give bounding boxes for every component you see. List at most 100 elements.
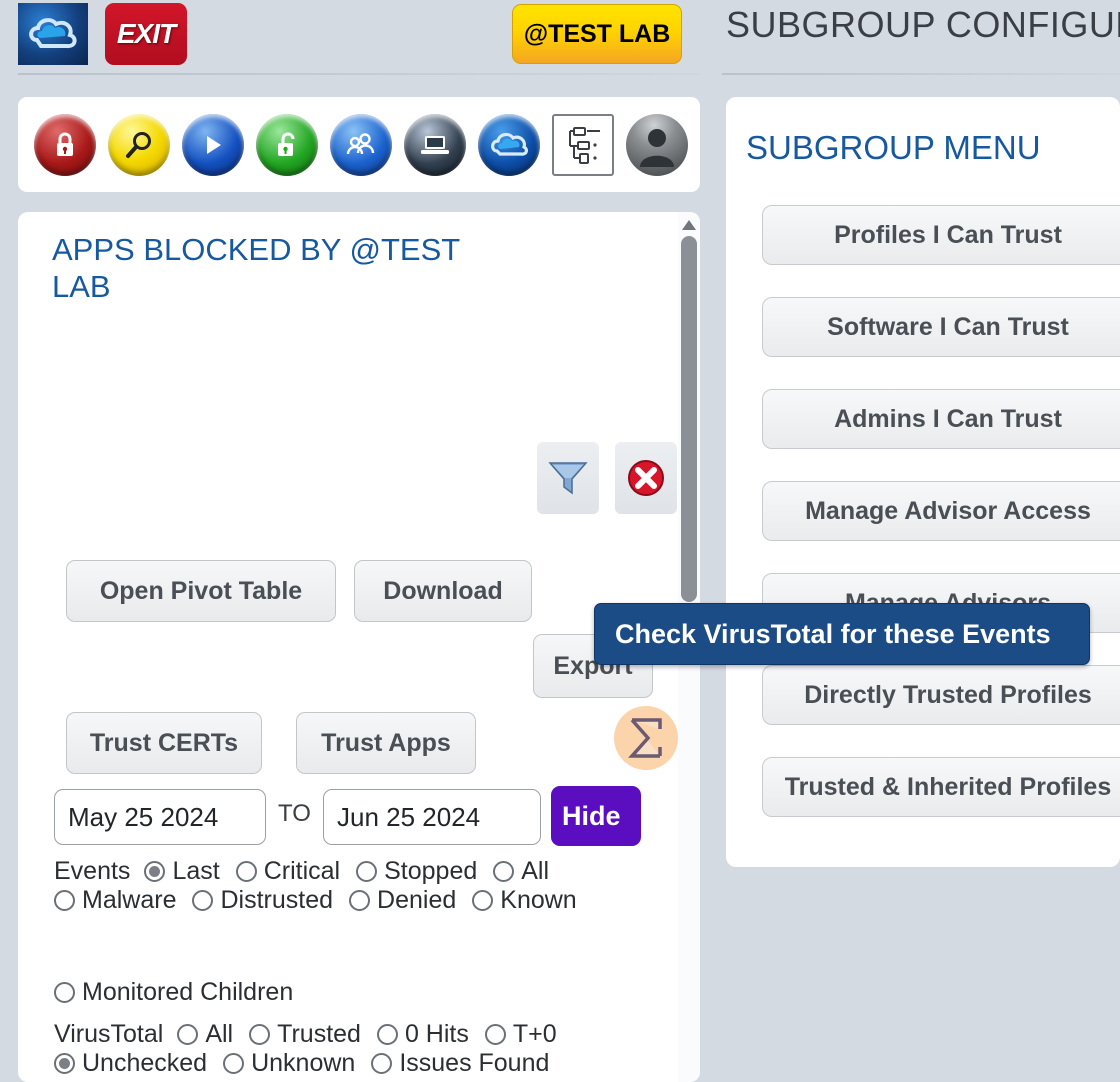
- tooltip: Check VirusTotal for these Events: [594, 603, 1090, 665]
- radio-vt-unchecked[interactable]: Unchecked: [54, 1049, 207, 1078]
- radio-label: Distrusted: [220, 886, 334, 914]
- radio-dot: [376, 1024, 398, 1045]
- radio-label: Unknown: [251, 1049, 356, 1077]
- radio-vt-issues-found[interactable]: Issues Found: [371, 1049, 549, 1078]
- radio-label: Last: [172, 857, 220, 885]
- scroll-up-arrow-icon[interactable]: [682, 220, 696, 230]
- trust-apps-button[interactable]: Trust Apps: [296, 712, 476, 774]
- radio-label: Unchecked: [82, 1049, 208, 1077]
- exit-button[interactable]: EXIT: [105, 3, 187, 65]
- padlock-glyph: [54, 132, 76, 158]
- laptop-glyph: [420, 133, 450, 157]
- radio-vt-unknown[interactable]: Unknown: [223, 1049, 355, 1078]
- radio-events-all[interactable]: All: [493, 857, 549, 886]
- trust-certs-button[interactable]: Trust CERTs: [66, 712, 262, 774]
- radio-label: All: [521, 857, 550, 885]
- radio-dot: [472, 890, 494, 911]
- radio-label: Monitored Children: [82, 978, 294, 1006]
- radio-label: Denied: [377, 886, 457, 914]
- menu-item-admins-i-can-trust[interactable]: Admins I Can Trust: [762, 389, 1120, 449]
- subgroup-menu-title: SUBGROUP MENU: [746, 129, 1041, 166]
- radio-dot: [54, 982, 75, 1003]
- radio-dot: [54, 1053, 75, 1074]
- icon-toolbar: [18, 97, 700, 192]
- cloud-glyph: [489, 130, 529, 160]
- menu-item-software-i-can-trust[interactable]: Software I Can Trust: [762, 297, 1120, 357]
- radio-dot: [144, 861, 166, 882]
- radio-events-last[interactable]: Last: [144, 857, 220, 886]
- page-title: SUBGROUP CONFIGURA: [726, 4, 1120, 45]
- open-pivot-table-button[interactable]: Open Pivot Table: [66, 560, 336, 622]
- radio-group-events: Events Last Critical Stopped All Malware…: [54, 857, 684, 915]
- radio-vt-0hits[interactable]: 0 Hits: [376, 1020, 469, 1049]
- hide-button[interactable]: Hide: [551, 786, 641, 846]
- radio-dot: [249, 1024, 271, 1045]
- radio-events-denied[interactable]: Denied: [349, 886, 456, 915]
- radio-label: Stopped: [384, 857, 478, 885]
- radio-label: Issues Found: [399, 1049, 550, 1077]
- computer-device-icon[interactable]: [404, 113, 466, 176]
- group-label-events: Events: [54, 857, 131, 885]
- radio-dot: [484, 1024, 506, 1045]
- radio-dot: [223, 1053, 245, 1074]
- header-divider-right: [722, 73, 1120, 75]
- radio-dot: [356, 861, 378, 882]
- radio-label: Malware: [82, 886, 177, 914]
- top-bar: EXIT @TEST LAB SUBGROUP CONFIGURA: [0, 0, 1120, 75]
- unlocked-green-icon[interactable]: [256, 113, 318, 176]
- radio-dot: [192, 890, 214, 911]
- sigma-summary-icon[interactable]: [614, 706, 678, 770]
- radio-label: Known: [500, 886, 577, 914]
- cloud-icon[interactable]: [478, 113, 540, 176]
- funnel-filter-icon[interactable]: [537, 442, 599, 514]
- cloud-logo-icon[interactable]: [18, 3, 88, 65]
- date-from-input[interactable]: May 25 2024: [54, 789, 266, 845]
- magnifier-glyph: [124, 130, 154, 160]
- play-run-icon[interactable]: [182, 113, 244, 176]
- header-divider-left: [18, 73, 700, 75]
- radio-dot: [54, 890, 75, 911]
- play-triangle-glyph: [202, 133, 224, 157]
- group-label-virustotal: VirusTotal: [54, 1020, 164, 1048]
- radio-label: T+0: [512, 1020, 557, 1048]
- radio-dot: [371, 1053, 393, 1074]
- avatar-silhouette-glyph: [637, 123, 677, 167]
- users-group-icon[interactable]: [330, 113, 392, 176]
- radio-events-known[interactable]: Known: [472, 886, 577, 915]
- people-glyph: [346, 132, 376, 158]
- lab-badge[interactable]: @TEST LAB: [512, 4, 682, 64]
- menu-item-manage-advisor-access[interactable]: Manage Advisor Access: [762, 481, 1120, 541]
- menu-item-directly-trusted-profiles[interactable]: Directly Trusted Profiles: [762, 665, 1120, 725]
- subgroup-menu-panel: SUBGROUP MENU Profiles I Can Trust Softw…: [726, 97, 1120, 867]
- radio-dot: [349, 890, 371, 911]
- radio-label: Trusted: [277, 1020, 361, 1048]
- radio-label: All: [205, 1020, 234, 1048]
- radio-events-stopped[interactable]: Stopped: [356, 857, 477, 886]
- radio-dot: [493, 861, 515, 882]
- radio-vt-tplus0[interactable]: T+0: [484, 1020, 557, 1049]
- radio-monitored-children[interactable]: Monitored Children: [54, 978, 293, 1007]
- radio-vt-all[interactable]: All: [177, 1020, 233, 1049]
- radio-events-distrusted[interactable]: Distrusted: [192, 886, 333, 915]
- download-button[interactable]: Download: [354, 560, 532, 622]
- date-to-input[interactable]: Jun 25 2024: [323, 789, 541, 845]
- menu-item-profiles-i-can-trust[interactable]: Profiles I Can Trust: [762, 205, 1120, 265]
- radio-events-critical[interactable]: Critical: [235, 857, 341, 886]
- close-x-icon[interactable]: [615, 442, 677, 514]
- scrollbar-thumb[interactable]: [681, 236, 697, 602]
- menu-item-trusted-inherited-profiles[interactable]: Trusted & Inherited Profiles: [762, 757, 1120, 817]
- radio-vt-trusted[interactable]: Trusted: [249, 1020, 361, 1049]
- date-to-label: TO: [278, 800, 311, 827]
- radio-events-malware[interactable]: Malware: [54, 886, 176, 915]
- radio-dot: [235, 861, 257, 882]
- search-magnifier-icon[interactable]: [108, 113, 170, 176]
- locked-red-icon[interactable]: [34, 113, 96, 176]
- radio-label: Critical: [263, 857, 341, 885]
- radio-label: 0 Hits: [404, 1020, 469, 1048]
- open-padlock-glyph: [276, 132, 298, 158]
- panel-title: APPS BLOCKED BY @TEST LAB: [52, 232, 460, 304]
- radio-group-monitored: Monitored Children: [54, 978, 309, 1007]
- user-avatar-icon[interactable]: [626, 113, 688, 176]
- radio-dot: [177, 1024, 199, 1045]
- org-tree-icon[interactable]: [552, 113, 614, 176]
